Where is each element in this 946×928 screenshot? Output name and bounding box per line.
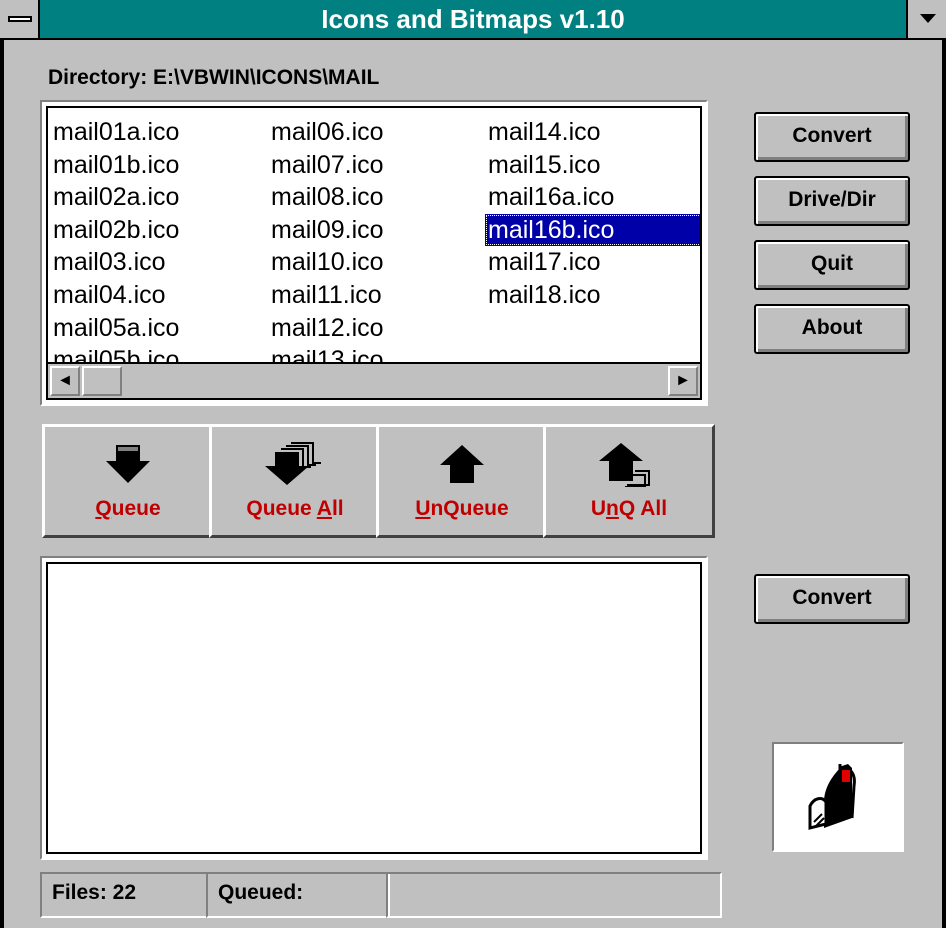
queued-status: Queued: xyxy=(206,872,390,918)
convert-button[interactable]: Convert xyxy=(754,112,910,162)
drive-dir-button[interactable]: Drive/Dir xyxy=(754,176,910,226)
queue-label: Queue xyxy=(95,497,161,520)
scroll-left-arrow-icon[interactable]: ◄ xyxy=(50,366,80,396)
queue-all-button[interactable]: Queue All xyxy=(209,424,381,538)
file-item[interactable]: mail03.ico xyxy=(50,246,179,279)
message-status xyxy=(386,872,722,918)
file-list-column-2: mail06.ico mail07.ico mail08.ico mail09.… xyxy=(268,116,384,362)
file-item[interactable]: mail01a.ico xyxy=(50,116,179,149)
file-list-column-3: mail14.ico mail15.ico mail16a.ico mail16… xyxy=(485,116,700,312)
stacked-down-arrow-icon xyxy=(265,442,321,485)
file-item[interactable]: mail18.ico xyxy=(485,279,700,312)
stacked-up-arrow-icon xyxy=(599,443,650,487)
horizontal-scrollbar[interactable]: ◄ ► xyxy=(46,364,702,400)
queue-list[interactable] xyxy=(46,562,702,854)
file-item[interactable]: mail16a.ico xyxy=(485,181,700,214)
queue-button[interactable]: Queue xyxy=(42,424,214,538)
about-button[interactable]: About xyxy=(754,304,910,354)
directory-label: Directory: E:\VBWIN\ICONS\MAIL xyxy=(48,66,380,89)
file-item[interactable]: mail02b.ico xyxy=(50,214,179,247)
window-title: Icons and Bitmaps v1.10 xyxy=(321,4,625,34)
file-item-selected[interactable]: mail16b.ico xyxy=(485,213,700,247)
file-item[interactable]: mail12.ico xyxy=(268,312,384,345)
file-item[interactable]: mail11.ico xyxy=(268,279,384,312)
system-menu-icon[interactable] xyxy=(0,0,40,38)
scroll-thumb[interactable] xyxy=(82,366,122,396)
quit-button[interactable]: Quit xyxy=(754,240,910,290)
file-item[interactable]: mail17.ico xyxy=(485,246,700,279)
file-item[interactable]: mail08.ico xyxy=(268,181,384,214)
queue-all-label: Queue All xyxy=(246,497,344,520)
minimize-arrow-icon[interactable] xyxy=(906,0,946,38)
window-border-right xyxy=(942,40,946,928)
file-item[interactable]: mail02a.ico xyxy=(50,181,179,214)
file-item[interactable]: mail09.ico xyxy=(268,214,384,247)
unqueue-button[interactable]: UnQueue xyxy=(376,424,548,538)
file-item[interactable]: mail01b.ico xyxy=(50,149,179,182)
unq-all-label: UnQ All xyxy=(590,497,668,520)
file-item[interactable]: mail05b.ico xyxy=(50,344,179,362)
mailbox-icon xyxy=(808,764,856,830)
files-count-status: Files: 22 xyxy=(40,872,208,918)
file-item[interactable]: mail06.ico xyxy=(268,116,384,149)
file-item[interactable]: mail15.ico xyxy=(485,149,700,182)
scroll-right-arrow-icon[interactable]: ► xyxy=(668,366,698,396)
file-list[interactable]: mail01a.ico mail01b.ico mail02a.ico mail… xyxy=(46,106,702,364)
file-item[interactable]: mail13.ico xyxy=(268,344,384,362)
file-item[interactable]: mail10.ico xyxy=(268,246,384,279)
unqueue-label: UnQueue xyxy=(415,497,509,520)
file-item[interactable]: mail14.ico xyxy=(485,116,700,149)
window-border-left xyxy=(0,40,4,928)
up-arrow-icon xyxy=(440,445,484,483)
file-item[interactable]: mail07.ico xyxy=(268,149,384,182)
down-arrow-icon xyxy=(106,445,150,483)
file-item[interactable]: mail04.ico xyxy=(50,279,179,312)
icon-preview xyxy=(772,742,904,852)
file-item[interactable]: mail05a.ico xyxy=(50,312,179,345)
convert-queue-button[interactable]: Convert xyxy=(754,574,910,624)
file-list-column-1: mail01a.ico mail01b.ico mail02a.ico mail… xyxy=(50,116,179,362)
unq-all-button[interactable]: UnQ All xyxy=(543,424,715,538)
